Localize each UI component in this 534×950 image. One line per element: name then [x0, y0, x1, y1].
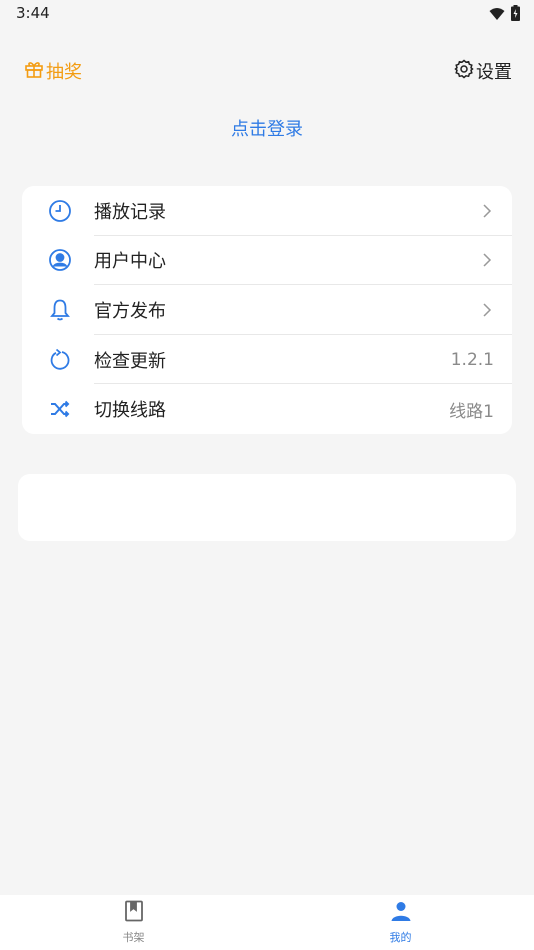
bottom-nav: 书架 我的	[0, 895, 534, 950]
menu-item-label: 检查更新	[94, 350, 166, 372]
settings-label: 设置	[476, 62, 512, 83]
status-icons	[489, 5, 520, 25]
nav-tab-mine[interactable]: 我的	[267, 895, 534, 950]
menu-item-label: 官方发布	[94, 300, 166, 322]
menu-item-label: 播放记录	[94, 201, 166, 223]
user-circle-icon	[46, 246, 74, 274]
top-bar: 抽奖 设置	[0, 52, 534, 88]
chevron-right-icon	[480, 253, 494, 267]
login-link[interactable]: 点击登录	[0, 115, 534, 141]
lottery-button[interactable]: 抽奖	[24, 58, 82, 84]
lottery-label: 抽奖	[46, 62, 82, 83]
settings-button[interactable]: 设置	[454, 58, 512, 84]
book-icon	[124, 900, 144, 926]
battery-icon	[511, 5, 520, 25]
person-icon	[390, 900, 412, 926]
blank-card	[18, 474, 516, 541]
route-value: 线路1	[449, 401, 494, 422]
nav-tab-label: 我的	[389, 931, 412, 944]
menu-item-play-history[interactable]: 播放记录	[22, 186, 512, 236]
status-bar: 3:44	[0, 0, 534, 28]
shuffle-icon	[46, 395, 74, 423]
bell-icon	[46, 296, 74, 324]
menu-item-switch-route[interactable]: 切换线路 线路1	[22, 384, 512, 434]
menu-item-check-update[interactable]: 检查更新 1.2.1	[22, 335, 512, 385]
gift-icon	[24, 59, 44, 84]
refresh-icon	[46, 346, 74, 374]
menu-item-official-release[interactable]: 官方发布	[22, 285, 512, 335]
menu-item-label: 切换线路	[94, 400, 166, 422]
chevron-right-icon	[480, 303, 494, 317]
nav-tab-bookshelf[interactable]: 书架	[0, 895, 267, 950]
status-time: 3:44	[16, 4, 50, 22]
chevron-right-icon	[480, 204, 494, 218]
version-value: 1.2.1	[450, 349, 494, 370]
gear-icon	[454, 59, 474, 84]
menu-item-label: 用户中心	[94, 251, 166, 273]
nav-tab-label: 书架	[122, 931, 145, 944]
clock-icon	[46, 197, 74, 225]
menu-item-user-center[interactable]: 用户中心	[22, 236, 512, 286]
menu-card: 播放记录 用户中心 官方发布 检查更新 1.2.1 切换线路 线路1	[22, 186, 512, 434]
wifi-icon	[489, 6, 505, 25]
